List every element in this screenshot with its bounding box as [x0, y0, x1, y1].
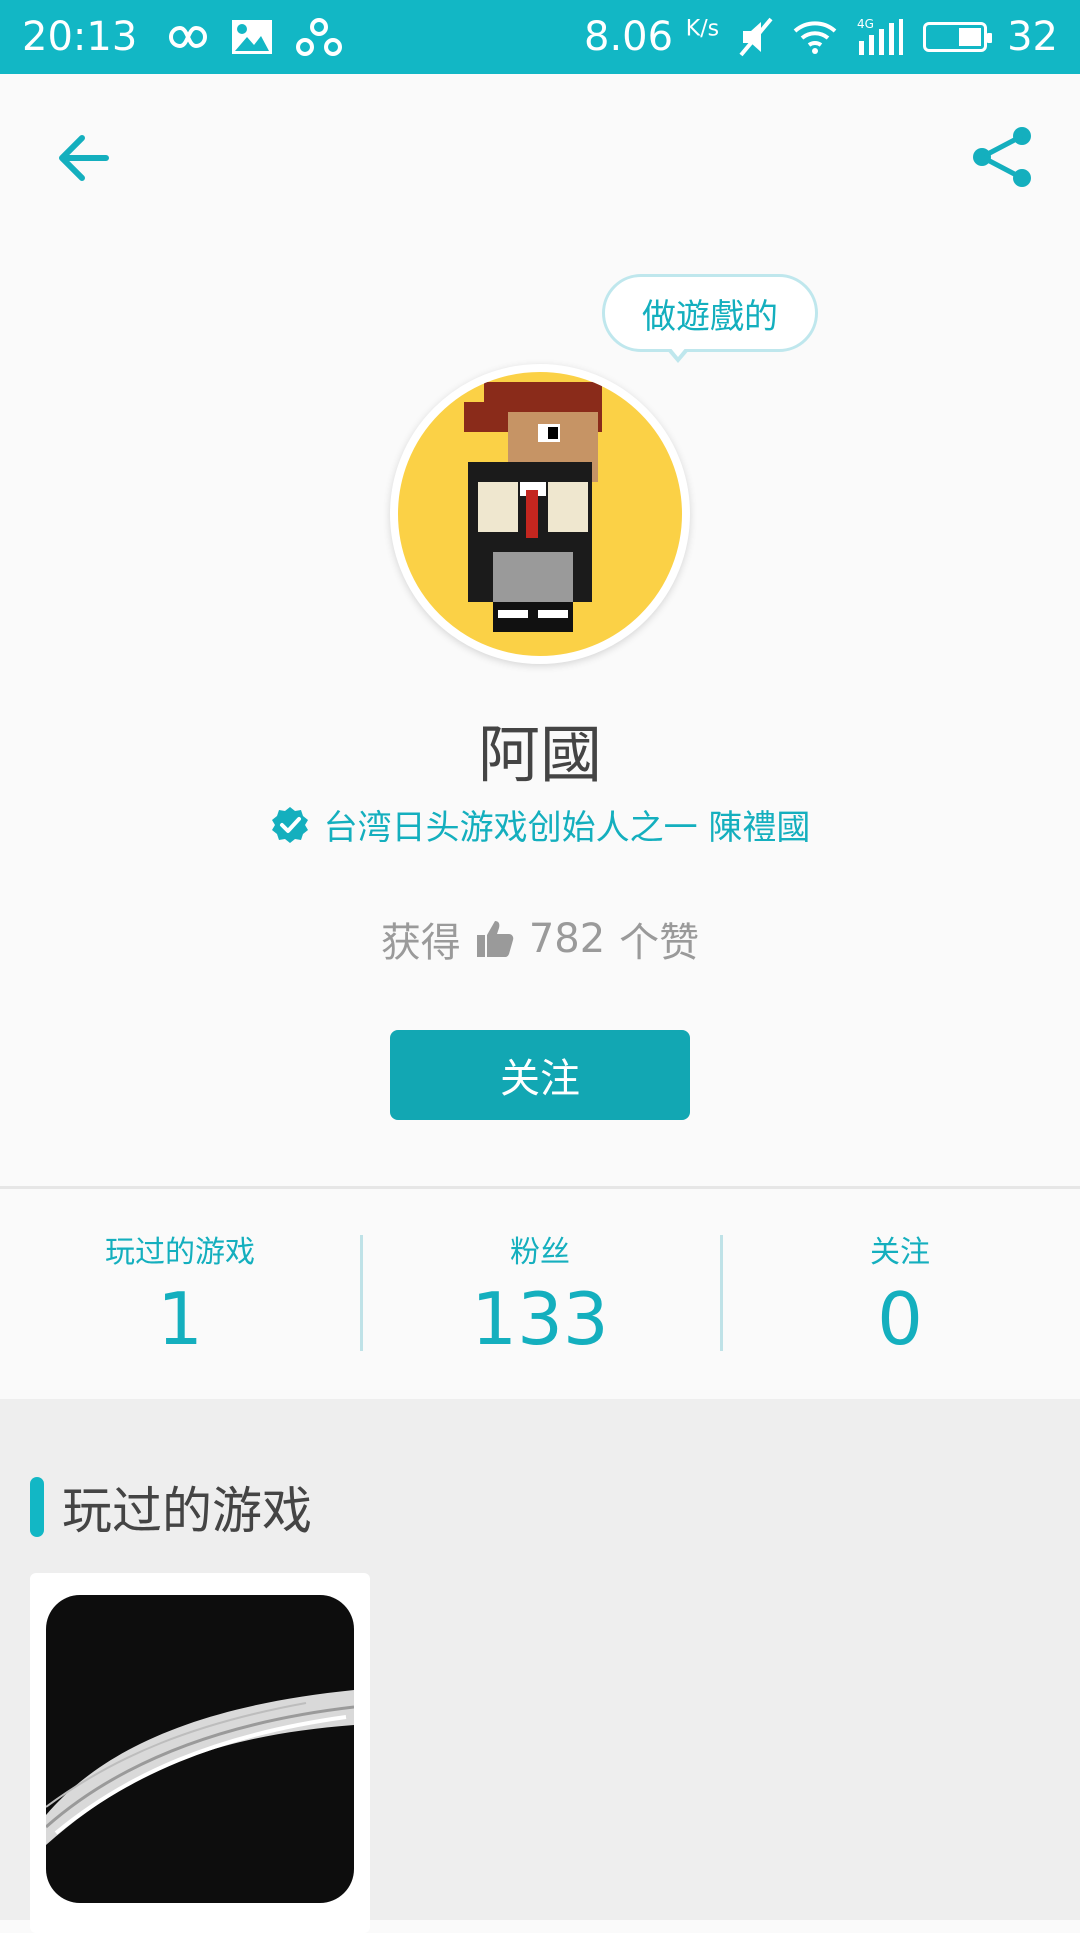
likes-prefix: 获得	[380, 920, 461, 966]
thumbs-up-icon	[476, 921, 514, 957]
stat-label: 玩过的游戏	[105, 1235, 255, 1270]
stat-label: 关注	[870, 1235, 930, 1270]
mute-icon	[739, 17, 773, 57]
stat-value: 133	[471, 1277, 609, 1361]
pixel-character-image	[464, 382, 602, 632]
stat-following[interactable]: 关注 0	[720, 1189, 1080, 1399]
status-bar: 20:13 8.06 K/s 4G 32	[0, 0, 1080, 74]
section-header: 玩过的游戏	[30, 1471, 312, 1543]
battery-level: 32	[1007, 14, 1058, 60]
stat-value: 0	[877, 1277, 923, 1361]
top-nav	[0, 74, 1080, 244]
stat-fans[interactable]: 粉丝 133	[360, 1189, 720, 1399]
network-speed: 8.06 K/s	[584, 14, 719, 60]
stats-row: 玩过的游戏 1 粉丝 133 关注 0	[0, 1189, 1080, 1399]
share-button[interactable]	[970, 124, 1036, 190]
share-icon	[973, 127, 1031, 187]
avatar	[390, 364, 690, 664]
bubble-tail	[666, 346, 690, 363]
section-title: 玩过的游戏	[62, 1482, 312, 1540]
likes-count: 782	[528, 916, 606, 962]
cluster-icon	[295, 17, 343, 57]
infinity-icon	[159, 22, 209, 52]
game-thumbnail	[46, 1595, 354, 1903]
verified-badge-icon	[271, 806, 308, 843]
profile-name: 阿國	[477, 718, 602, 791]
back-button[interactable]	[52, 126, 116, 190]
follow-button[interactable]: 关注	[390, 1030, 690, 1120]
verified-line: 台湾日头游戏创始人之一 陳禮國	[0, 800, 1080, 849]
wifi-icon	[793, 19, 837, 55]
status-bubble: 做遊戲的	[602, 274, 818, 352]
stat-played-games[interactable]: 玩过的游戏 1	[0, 1189, 360, 1399]
signal-icon: 4G	[857, 17, 904, 57]
likes-summary: 获得 782 个赞	[0, 910, 1080, 968]
stat-value: 1	[157, 1277, 203, 1361]
speed-value: 8.06	[584, 14, 674, 60]
stat-label: 粉丝	[510, 1235, 570, 1270]
played-games-section: 玩过的游戏	[0, 1399, 1080, 1933]
speed-unit: K/s	[685, 16, 720, 42]
battery-icon	[923, 22, 993, 52]
verified-text: 台湾日头游戏创始人之一 陳禮國	[323, 808, 811, 848]
game-card[interactable]	[30, 1573, 370, 1933]
arrow-left-icon	[59, 135, 109, 181]
image-icon	[231, 19, 273, 55]
status-time: 20:13	[22, 14, 138, 60]
network-type: 4G	[857, 17, 874, 31]
stat-divider	[720, 1235, 723, 1351]
section-accent-bar	[30, 1477, 44, 1537]
stat-divider	[360, 1235, 363, 1351]
brush-stroke-image	[46, 1690, 354, 1845]
likes-suffix: 个赞	[619, 920, 700, 966]
